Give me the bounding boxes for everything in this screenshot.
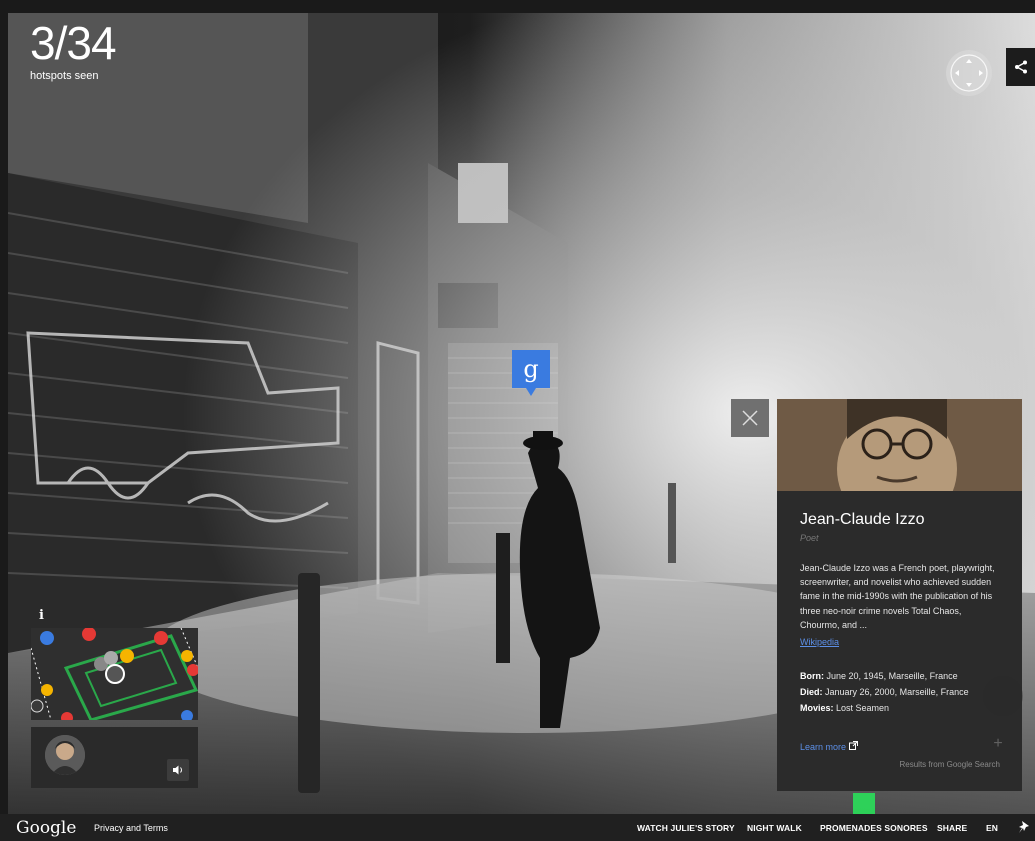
language-link[interactable]: EN [986, 823, 998, 833]
avatar[interactable] [45, 735, 85, 775]
story-panel [31, 727, 198, 788]
hotspot-total: 34 [66, 17, 116, 69]
info-card: Jean-Claude Izzo Poet Jean-Claude Izzo w… [777, 399, 1022, 791]
fact-movies: Movies: Lost Seamen [800, 703, 890, 714]
close-icon [742, 410, 758, 426]
info-icon[interactable]: i [39, 608, 44, 623]
compass-icon[interactable] [946, 50, 992, 96]
hotspot-count: 3/34 [30, 17, 117, 69]
speaker-icon [173, 765, 182, 775]
night-walk-link[interactable]: NIGHT WALK [747, 823, 802, 833]
external-link-icon [848, 741, 858, 750]
card-subtitle: Poet [800, 533, 819, 543]
google-logo[interactable]: Google [16, 818, 76, 838]
hotspot-counter: 3/34 hotspots seen [30, 17, 117, 82]
minimap-illustration [31, 628, 198, 720]
wikipedia-link[interactable]: Wikipedia [800, 637, 839, 647]
pin-icon[interactable] [1018, 820, 1030, 839]
card-facts: Born: June 20, 1945, Marseille, France D… [800, 668, 999, 716]
google-search-hotspot[interactable]: g [512, 350, 550, 396]
share-icon [1014, 60, 1027, 74]
google-g-icon: g [523, 355, 539, 383]
sound-toggle-button[interactable] [167, 759, 189, 781]
portrait-photo [777, 399, 1022, 491]
card-description: Jean-Claude Izzo was a French poet, play… [800, 563, 995, 630]
navigation-orb[interactable] [983, 676, 1023, 716]
search-attribution: Results from Google Search [899, 760, 1001, 769]
hotspot-label: hotspots seen [30, 70, 99, 82]
zoom-in-button[interactable]: + [987, 733, 1009, 755]
card-title: Jean-Claude Izzo [800, 511, 925, 528]
footer-bar: Google Privacy and Terms WATCH JULIE'S S… [0, 814, 1035, 841]
fact-born: Born: June 20, 1945, Marseille, France [800, 671, 958, 682]
privacy-terms-link[interactable]: Privacy and Terms [94, 823, 168, 833]
minimap[interactable] [31, 628, 198, 720]
promenades-sonores-link[interactable]: PROMENADES SONORES [820, 823, 928, 833]
fact-died: Died: January 26, 2000, Marseille, Franc… [800, 687, 969, 698]
watch-julies-story-link[interactable]: WATCH JULIE'S STORY [637, 823, 735, 833]
close-card-button[interactable] [731, 399, 769, 437]
hotspot-current: 3 [30, 17, 56, 69]
share-button[interactable] [1006, 48, 1035, 86]
learn-more-link[interactable]: Learn more [800, 741, 858, 752]
share-link[interactable]: SHARE [937, 823, 967, 833]
